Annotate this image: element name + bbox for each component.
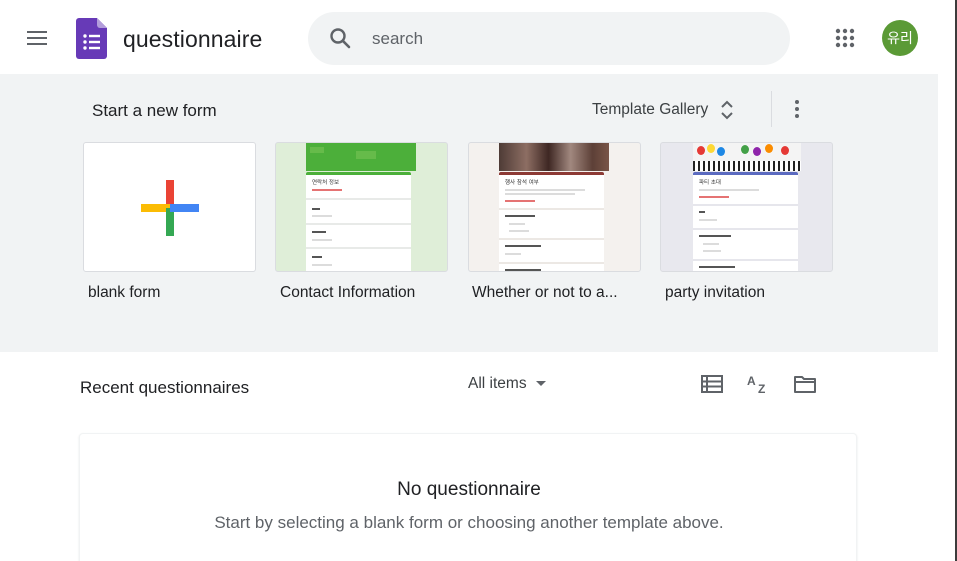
template-card-rsvp[interactable]: 행사 참석 여부 [468,142,641,272]
form-preview: 연락처 정보 [306,172,411,271]
sort-az-icon[interactable]: A Z [746,372,770,396]
preview-title: 연락처 정보 [312,180,340,186]
forms-logo-icon[interactable] [76,18,107,59]
template-section: Start a new form Template Gallery blank … [0,74,938,352]
empty-state-subtitle: Start by selecting a blank form or choos… [214,513,724,532]
folder-picker-icon[interactable] [793,372,817,396]
owner-filter-dropdown[interactable]: All items [468,372,547,396]
plus-icon [141,180,199,236]
divider [771,91,772,127]
top-app-bar: questionnaire 유리 [0,0,955,74]
template-label-party[interactable]: party invitation [665,284,765,302]
preview-title: 행사 참석 여부 [505,180,539,186]
form-preview: 파티 초대 [693,172,798,271]
search-input[interactable] [372,26,762,52]
search-icon[interactable] [328,26,352,50]
main-menu-icon[interactable] [17,18,57,58]
form-preview: 행사 참석 여부 [499,172,604,271]
google-apps-icon[interactable] [827,20,863,56]
svg-text:Z: Z [758,382,765,396]
template-card-blank[interactable] [83,142,256,272]
search-bar[interactable] [308,12,790,65]
section-title: Start a new form [92,101,217,120]
empty-state-card: No questionnaire Start by selecting a bl… [79,433,857,561]
empty-state-title: No questionnaire [397,479,541,500]
more-options-icon[interactable] [785,94,809,124]
template-card-party[interactable]: 파티 초대 [660,142,833,272]
template-label-blank[interactable]: blank form [88,284,160,302]
recent-section-title: Recent questionnaires [80,378,250,397]
party-header-image [693,143,801,171]
owner-filter-label: All items [468,375,527,392]
forms-home-page: questionnaire 유리 Start a new form Templa… [0,0,957,561]
dropdown-arrow-icon [535,381,546,386]
account-avatar[interactable]: 유리 [882,20,918,56]
list-view-icon[interactable] [700,372,724,396]
template-card-contact[interactable]: 연락처 정보 [275,142,448,272]
preview-title: 파티 초대 [699,180,721,186]
template-gallery-button[interactable]: Template Gallery [584,94,742,126]
template-label-rsvp[interactable]: Whether or not to a... [472,284,618,302]
unfold-more-icon [721,100,734,120]
app-title[interactable]: questionnaire [123,26,262,53]
svg-text:A: A [747,374,756,388]
template-gallery-label: Template Gallery [592,101,709,118]
template-label-contact[interactable]: Contact Information [280,284,415,302]
event-header-image [499,143,609,171]
